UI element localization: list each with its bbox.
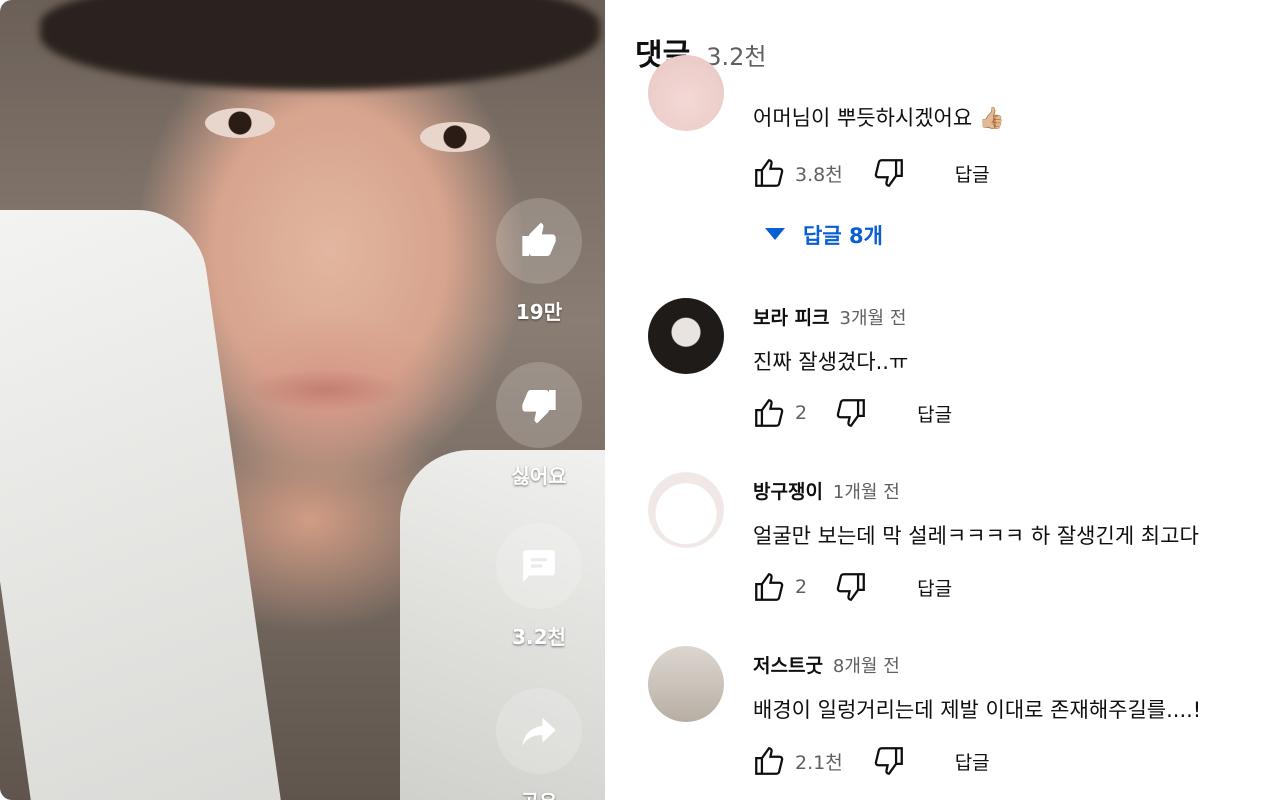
video-frame-lips xyxy=(250,370,400,410)
share-label: 공유 xyxy=(521,786,558,800)
video-player[interactable]: 19만 싫어요 3.2천 공유 xyxy=(0,0,605,800)
share-button[interactable] xyxy=(496,688,582,774)
avatar[interactable] xyxy=(648,298,724,374)
thumb-up-icon xyxy=(755,399,784,427)
reply-button[interactable]: 답글 xyxy=(955,160,990,187)
comments-count: 3.2천 xyxy=(706,43,767,71)
dislike-button[interactable] xyxy=(871,155,907,191)
like-button[interactable] xyxy=(751,155,787,191)
comment-meta: 저스트굿 8개월 전 xyxy=(753,651,900,678)
comment-meta: 보라 피크 3개월 전 xyxy=(753,303,906,330)
comment-meta: 방구쟁이 1개월 전 xyxy=(753,477,900,504)
comment-time: 8개월 전 xyxy=(832,656,900,677)
dislike-button[interactable] xyxy=(833,569,869,605)
dislike-button[interactable] xyxy=(833,395,869,431)
like-action[interactable]: 19만 xyxy=(496,198,582,325)
comment-text: 배경이 일렁거리는데 제발 이대로 존재해주길를....! xyxy=(753,698,1202,722)
dislike-label: 싫어요 xyxy=(511,464,567,488)
video-frame-eye-left xyxy=(205,108,275,138)
comment-actions: 2 답글 xyxy=(751,569,952,605)
dislike-button[interactable] xyxy=(871,743,907,779)
thumb-down-icon xyxy=(874,159,903,187)
replies-toggle-label: 답글 8개 xyxy=(803,224,883,248)
comment-actions: 2.1천 답글 xyxy=(751,743,990,779)
like-button[interactable] xyxy=(751,569,787,605)
comment-actions: 3.8천 답글 xyxy=(751,155,990,191)
comments-panel: 댓글 3.2천 어머님이 뿌듯하시겠어요 👍🏼 3.8천 답글 답글 8개 보라… xyxy=(605,0,1280,800)
comment-author[interactable]: 방구쟁이 xyxy=(753,477,823,504)
comment-actions: 2 답글 xyxy=(751,395,952,431)
dislike-button[interactable] xyxy=(496,362,582,448)
share-arrow-icon xyxy=(522,717,556,746)
like-button[interactable] xyxy=(751,743,787,779)
reply-button[interactable]: 답글 xyxy=(955,748,990,775)
comment-time: 1개월 전 xyxy=(832,482,900,503)
comment-text: 진짜 잘생겼다..ㅠ xyxy=(753,350,909,374)
replies-toggle[interactable]: 답글 8개 xyxy=(765,220,883,250)
comments-button[interactable] xyxy=(496,523,582,609)
thumb-down-icon xyxy=(874,747,903,775)
comment-count: 3.2천 xyxy=(512,625,566,649)
comment-author[interactable]: 보라 피크 xyxy=(753,303,830,330)
comment-text: 얼굴만 보는데 막 설레ㅋㅋㅋㅋ 하 잘생긴게 최고다 xyxy=(753,524,1199,548)
thumb-down-filled-icon xyxy=(522,390,556,424)
avatar[interactable] xyxy=(648,646,724,722)
reply-button[interactable]: 답글 xyxy=(917,574,952,601)
comments-action[interactable]: 3.2천 xyxy=(496,523,582,650)
like-count: 2.1천 xyxy=(795,751,843,774)
thumb-up-filled-icon xyxy=(522,222,556,256)
avatar[interactable] xyxy=(648,472,724,548)
caret-down-icon xyxy=(765,228,785,240)
comment-text: 어머님이 뿌듯하시겠어요 👍🏼 xyxy=(753,106,1006,130)
thumb-up-icon xyxy=(755,573,784,601)
like-count: 19만 xyxy=(515,300,563,324)
share-action[interactable]: 공유 xyxy=(496,688,582,800)
like-button[interactable] xyxy=(751,395,787,431)
like-count: 3.8천 xyxy=(795,163,843,186)
reply-button[interactable]: 답글 xyxy=(917,400,952,427)
comment-icon xyxy=(523,550,555,582)
thumb-down-icon xyxy=(836,399,865,427)
thumb-down-icon xyxy=(836,573,865,601)
thumb-up-icon xyxy=(755,747,784,775)
video-frame-shirt xyxy=(0,210,283,800)
comment-author[interactable]: 저스트굿 xyxy=(753,651,823,678)
video-frame-hair xyxy=(40,0,600,90)
like-count: 2 xyxy=(795,576,808,598)
like-count: 2 xyxy=(795,402,808,424)
thumb-up-icon xyxy=(755,159,784,187)
comment-time: 3개월 전 xyxy=(839,308,907,329)
video-frame-eye-right xyxy=(420,122,490,152)
avatar[interactable] xyxy=(648,55,724,131)
dislike-action[interactable]: 싫어요 xyxy=(496,362,582,489)
like-button[interactable] xyxy=(496,198,582,284)
